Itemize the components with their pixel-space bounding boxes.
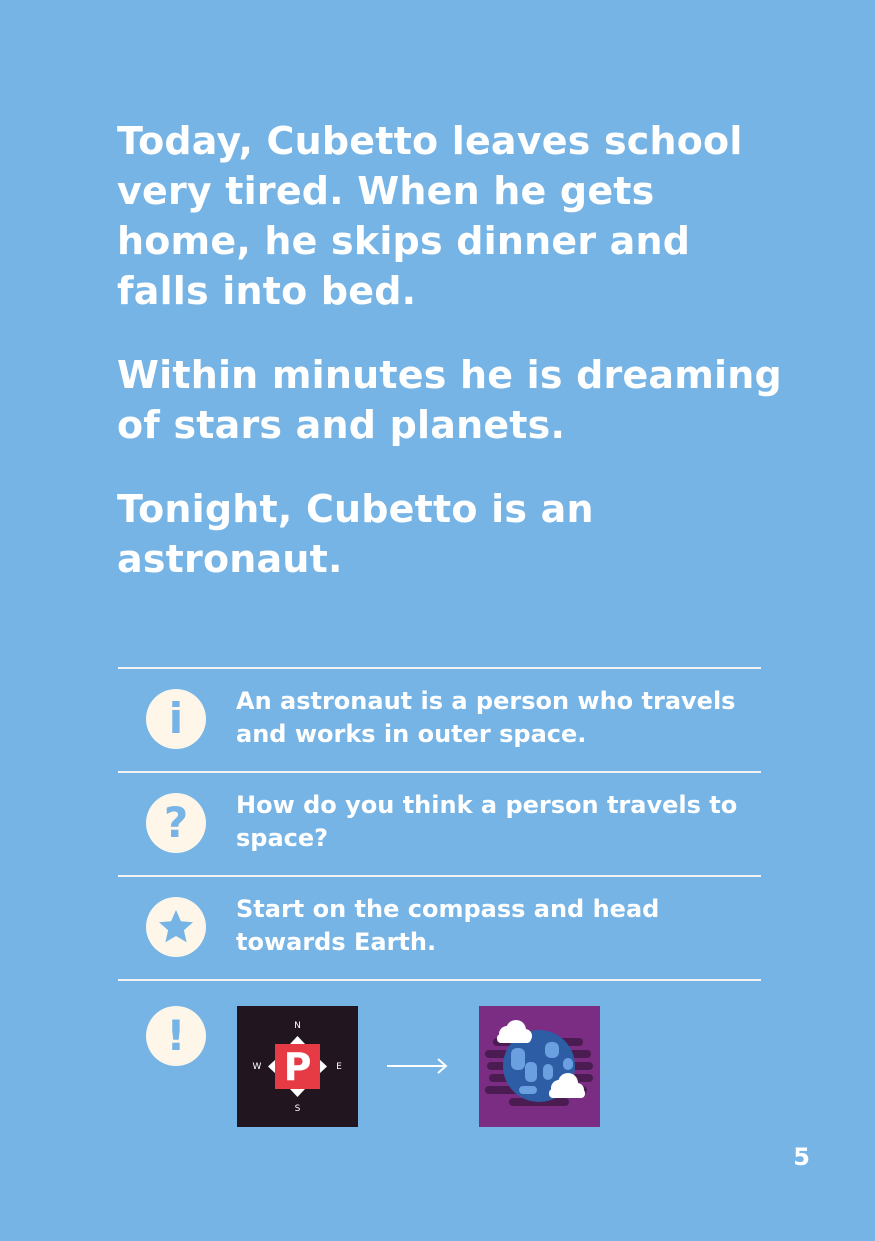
- story-paragraph-1: Today, Cubetto leaves school very tired.…: [117, 119, 743, 313]
- earth-tile: [479, 1006, 600, 1127]
- compass-south-label: S: [295, 1104, 301, 1114]
- story-paragraph-3: Tonight, Cubetto is an astronaut.: [117, 487, 594, 581]
- exclamation-icon: !: [146, 1006, 206, 1066]
- earth-planet-icon: [485, 1020, 593, 1106]
- compass-west-label: W: [253, 1062, 262, 1072]
- note-row-star: Start on the compass and head towards Ea…: [118, 877, 761, 979]
- question-icon: ?: [146, 793, 206, 853]
- note-row-question: ? How do you think a person travels to s…: [118, 773, 761, 875]
- divider: [118, 979, 761, 981]
- note-text-info: An astronaut is a person who travels and…: [236, 687, 736, 748]
- star-icon: [146, 897, 206, 957]
- story-text: Today, Cubetto leaves school very tired.…: [117, 116, 797, 618]
- note-text-question: How do you think a person travels to spa…: [236, 791, 738, 852]
- compass-center-letter: P: [284, 1045, 312, 1089]
- page-number: 5: [793, 1143, 810, 1171]
- note-text-star: Start on the compass and head towards Ea…: [236, 895, 660, 956]
- note-row-info: i An astronaut is a person who travels a…: [118, 669, 761, 771]
- compass-north-label: N: [294, 1021, 301, 1031]
- info-icon: i: [146, 689, 206, 749]
- arrow-right-icon: [387, 1058, 448, 1074]
- story-paragraph-2: Within minutes he is dreaming of stars a…: [117, 353, 782, 447]
- compass-east-label: E: [336, 1062, 342, 1072]
- compass-tile: N S W E P: [237, 1006, 358, 1127]
